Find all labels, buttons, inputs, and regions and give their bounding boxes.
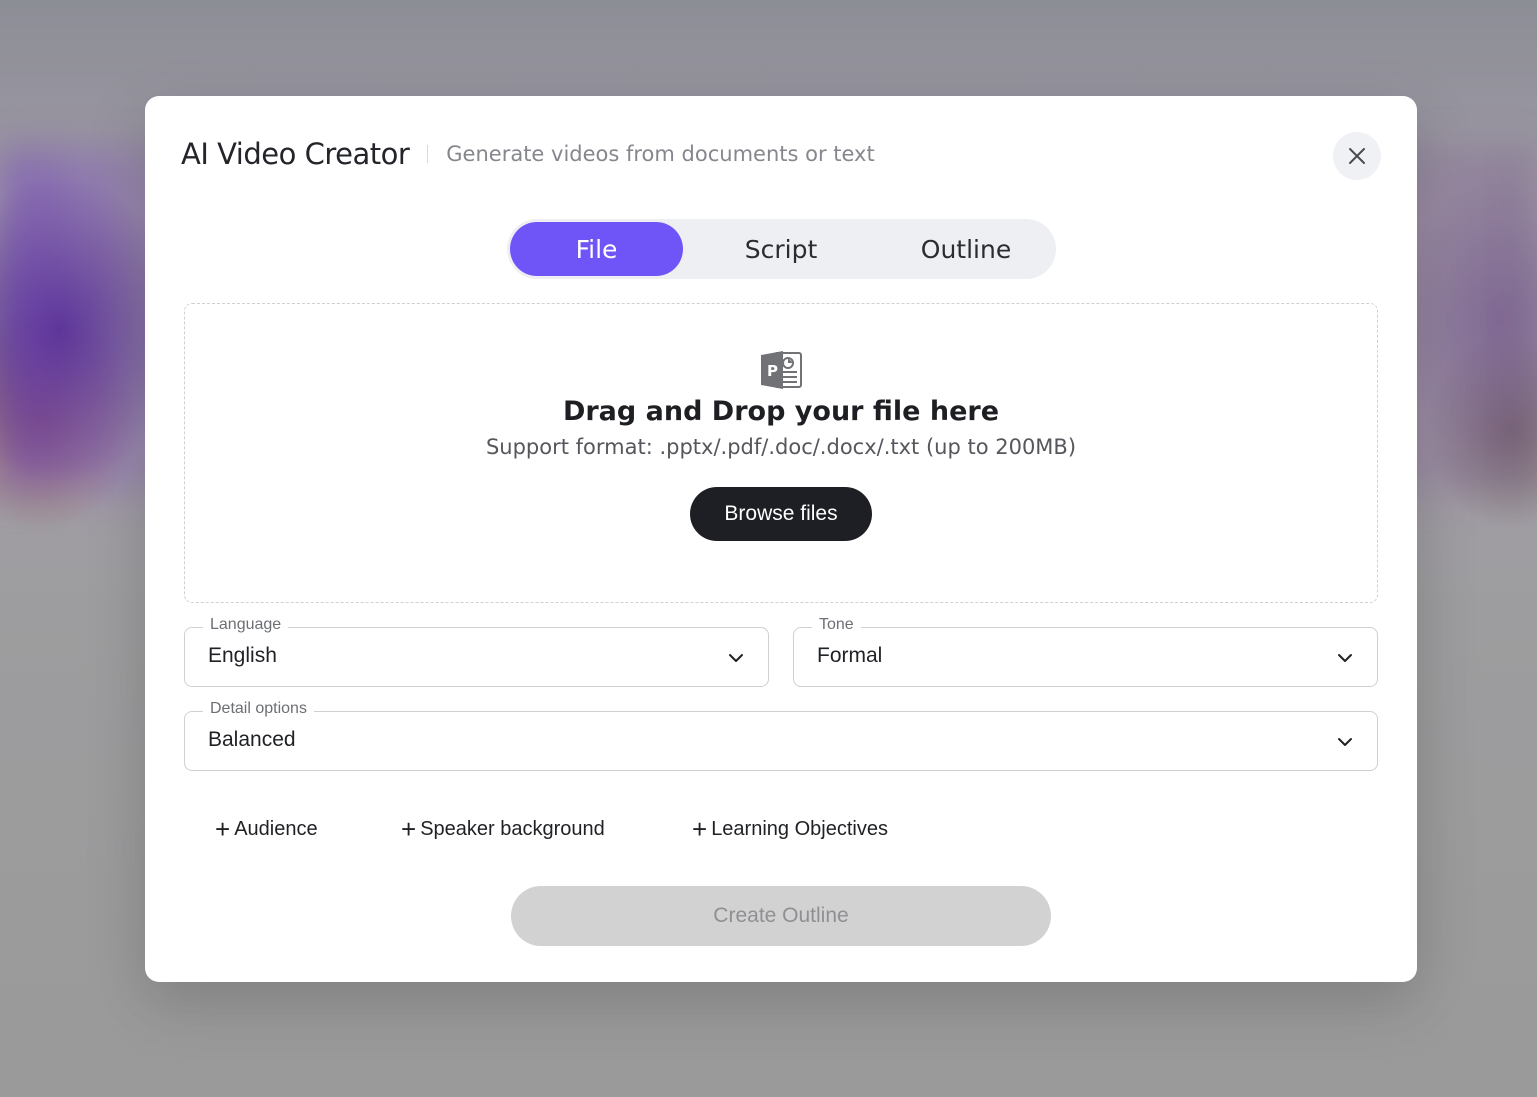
browse-files-button[interactable]: Browse files (690, 487, 872, 541)
plus-icon: + (215, 814, 231, 844)
mode-tabs: File Script Outline (507, 219, 1056, 279)
add-speaker-background-label: Speaker background (420, 817, 605, 840)
add-learning-objectives-label: Learning Objectives (711, 817, 888, 840)
chevron-down-icon (729, 654, 743, 662)
chevron-down-icon (1338, 654, 1352, 662)
create-outline-button[interactable]: Create Outline (511, 886, 1051, 946)
powerpoint-file-icon: P (761, 351, 802, 389)
detail-options-label: Detail options (203, 700, 314, 718)
modal-subtitle: Generate videos from documents or text (446, 142, 875, 166)
dropzone-support-text: Support format: .pptx/.pdf/.doc/.docx/.t… (485, 435, 1077, 459)
add-speaker-background-button[interactable]: + Speaker background (401, 816, 605, 842)
tone-select[interactable]: Tone Formal (793, 616, 1378, 687)
detail-options-value: Balanced (208, 728, 296, 751)
tab-outline[interactable]: Outline (879, 222, 1053, 276)
close-button[interactable] (1333, 132, 1381, 180)
add-learning-objectives-button[interactable]: + Learning Objectives (692, 816, 888, 842)
language-value: English (208, 644, 277, 667)
tab-file[interactable]: File (510, 222, 683, 276)
tone-value: Formal (817, 644, 883, 667)
tab-script[interactable]: Script (683, 222, 879, 276)
chevron-down-icon (1338, 738, 1352, 746)
header-divider (427, 145, 429, 163)
modal-title: AI Video Creator (181, 137, 410, 171)
svg-text:P: P (767, 362, 778, 380)
add-audience-label: Audience (234, 817, 318, 840)
file-dropzone[interactable]: P Drag and Drop your file here Support f… (184, 303, 1378, 603)
plus-icon: + (692, 814, 708, 844)
ai-video-creator-modal: AI Video Creator Generate videos from do… (145, 96, 1417, 982)
language-label: Language (203, 616, 289, 634)
modal-header: AI Video Creator Generate videos from do… (181, 134, 875, 174)
dropzone-title: Drag and Drop your file here (562, 396, 1000, 427)
tone-label: Tone (812, 616, 861, 634)
detail-options-select[interactable]: Detail options Balanced (184, 700, 1378, 771)
add-audience-button[interactable]: + Audience (215, 816, 318, 842)
close-icon (1349, 148, 1365, 164)
language-select[interactable]: Language English (184, 616, 769, 687)
plus-icon: + (401, 814, 417, 844)
